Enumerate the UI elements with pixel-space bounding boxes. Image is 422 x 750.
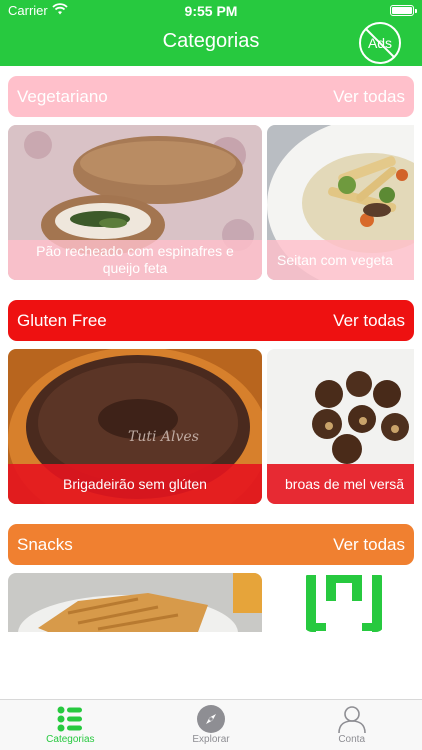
- section-header[interactable]: Vegetariano Ver todas: [8, 76, 414, 117]
- person-icon: [337, 704, 367, 734]
- ads-label: Ads: [368, 35, 392, 51]
- section-title: Vegetariano: [17, 86, 108, 106]
- see-all-link[interactable]: Ver todas: [333, 311, 405, 331]
- recipe-card[interactable]: Seitan com vegeta: [267, 125, 414, 280]
- tab-bar: Categorias Explorar Conta: [0, 699, 422, 750]
- recipe-image: [8, 573, 262, 632]
- brand-logo: [304, 573, 384, 632]
- remove-ads-button[interactable]: Ads: [358, 21, 402, 65]
- clock: 9:55 PM: [184, 3, 238, 19]
- recipe-card[interactable]: Pão recheado com espinafres e queijo fet…: [8, 125, 262, 280]
- battery-icon: [390, 5, 417, 16]
- svg-text:Tuti Alves: Tuti Alves: [128, 429, 199, 445]
- compass-icon: [196, 704, 226, 734]
- recipe-carousel[interactable]: Pão recheado com espinafres e queijo fet…: [8, 125, 414, 280]
- recipe-carousel[interactable]: [8, 573, 414, 632]
- see-all-link[interactable]: Ver todas: [333, 535, 405, 555]
- logo-icon: [306, 575, 382, 632]
- section-header[interactable]: Gluten Free Ver todas: [8, 300, 414, 341]
- see-all-link[interactable]: Ver todas: [333, 87, 405, 107]
- tab-label: Explorar: [192, 734, 230, 745]
- section-vegetariano: Vegetariano Ver todas Pão recheado com e…: [8, 76, 414, 280]
- recipe-caption: Seitan com vegeta: [267, 240, 414, 280]
- section-title: Snacks: [17, 534, 73, 554]
- tab-label: Conta: [338, 734, 366, 745]
- recipe-card[interactable]: broas de mel versã: [267, 349, 414, 504]
- recipe-caption: Pão recheado com espinafres e queijo fet…: [8, 240, 262, 280]
- tab-categorias[interactable]: Categorias: [0, 700, 141, 750]
- tab-conta[interactable]: Conta: [281, 700, 422, 750]
- app-screen: Carrier 9:55 PM Categorias Ads Vegetaria…: [0, 0, 422, 750]
- tab-explorar[interactable]: Explorar: [141, 700, 282, 750]
- recipe-carousel[interactable]: Tuti Alves Brigadeirão sem glúten broas …: [8, 349, 414, 504]
- recipe-caption: Brigadeirão sem glúten: [8, 464, 262, 504]
- section-snacks: Snacks Ver todas: [8, 524, 414, 632]
- navigation-header: Carrier 9:55 PM Categorias Ads: [0, 0, 422, 66]
- tab-label: Categorias: [46, 734, 95, 745]
- recipe-caption: broas de mel versã: [267, 464, 414, 504]
- recipe-card[interactable]: [8, 573, 262, 632]
- section-title: Gluten Free: [17, 310, 107, 330]
- section-header[interactable]: Snacks Ver todas: [8, 524, 414, 565]
- recipe-card[interactable]: Tuti Alves Brigadeirão sem glúten: [8, 349, 262, 504]
- status-bar: Carrier 9:55 PM: [0, 0, 422, 22]
- list-icon: [57, 704, 83, 734]
- section-gluten-free: Gluten Free Ver todas Tuti Alves Brigade…: [8, 300, 414, 504]
